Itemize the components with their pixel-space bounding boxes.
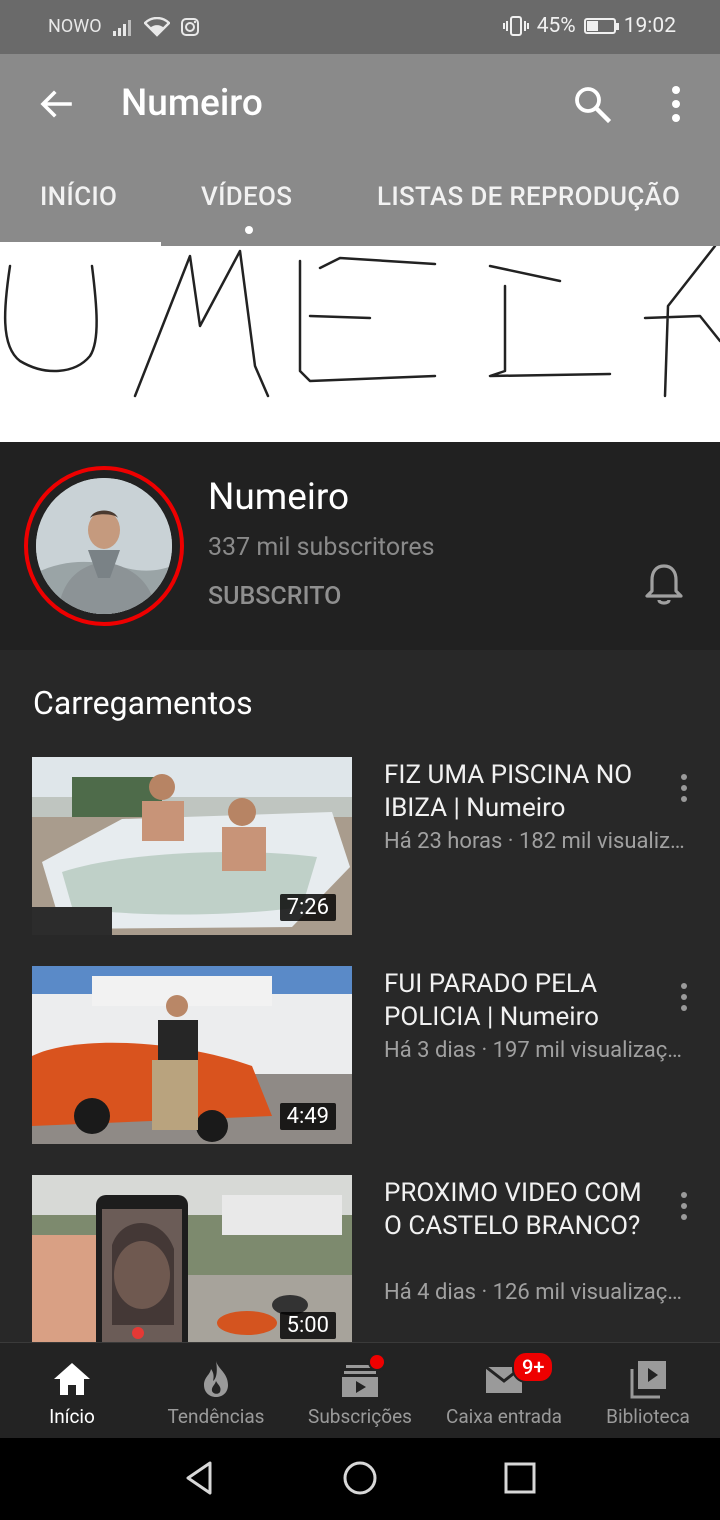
video-title[interactable]: FIZ UMA PISCINA NO IBIZA | Numeiro [384,759,654,825]
nav-trending-label: Tendências [167,1405,265,1428]
channel-avatar [36,478,172,614]
nav-library-label: Biblioteca [606,1405,690,1428]
nav-home-label: Início [49,1405,95,1428]
carrier-label: NOWO [48,16,102,37]
nav-trending[interactable]: Tendências [144,1343,288,1439]
recents-square-icon[interactable] [500,1458,540,1498]
tab-playlists[interactable]: LISTAS DE REPRODUÇÃO [377,182,680,212]
more-vert-icon[interactable] [664,84,688,124]
back-arrow-icon[interactable] [36,84,76,124]
bottom-navigation: Início Tendências Subscrições Caixa entr… [0,1342,720,1439]
video-item[interactable]: 5:00 PROXIMO VIDEO COM O CASTELO BRANCO?… [0,1175,720,1353]
nav-inbox[interactable]: Caixa entrada [432,1343,576,1439]
uploads-heading: Carregamentos [33,684,253,722]
inbox-count-badge: 9+ [512,1351,555,1383]
video-duration: 5:00 [279,1312,336,1339]
nav-library[interactable]: Biblioteca [576,1343,720,1439]
nav-inbox-label: Caixa entrada [445,1405,563,1428]
home-icon [54,1363,90,1395]
battery-icon [583,18,619,34]
signal-icon [112,19,131,36]
channel-tabs: INÍCIO VÍDEOS LISTAS DE REPRODUÇÃO [0,164,720,246]
library-icon [630,1361,666,1399]
banner-artwork [3,246,720,398]
video-item[interactable]: 4:49 FUI PARADO PELA POLICIA | Numeiro H… [0,966,720,1144]
channel-banner [0,246,720,442]
video-item[interactable]: 7:26 FIZ UMA PISCINA NO IBIZA | Numeiro … [0,757,720,935]
video-more-icon[interactable] [676,982,692,1012]
tab-new-dot [245,226,253,234]
vibrate-icon [502,16,529,36]
bell-icon[interactable] [640,560,688,608]
page-title: Numeiro [121,82,263,125]
channel-name: Numeiro [208,476,350,519]
status-bar: NOWO 45% 19:02 [0,0,720,54]
video-meta: Há 3 dias · 197 mil visualizações [384,1038,689,1063]
instagram-icon [180,17,199,36]
video-more-icon[interactable] [676,773,692,803]
video-duration: 7:26 [279,894,336,921]
search-icon[interactable] [570,82,614,126]
nav-home[interactable]: Início [0,1343,144,1439]
subscriber-count: 337 mil subscritores [208,533,435,562]
tab-videos[interactable]: VÍDEOS [201,182,292,212]
subscribed-button[interactable]: SUBSCRITO [208,582,341,611]
nav-subscriptions[interactable]: Subscrições [288,1343,432,1439]
new-content-dot [368,1353,386,1371]
video-title[interactable]: FUI PARADO PELA POLICIA | Numeiro [384,968,654,1034]
video-thumbnail[interactable]: 4:49 [32,966,352,1144]
video-thumbnail[interactable]: 7:26 [32,757,352,935]
video-title[interactable]: PROXIMO VIDEO COM O CASTELO BRANCO? [384,1177,654,1243]
channel-header: Numeiro 337 mil subscritores SUBSCRITO [0,442,720,650]
app-bar: Numeiro INÍCIO VÍDEOS LISTAS DE REPRODUÇ… [0,54,720,246]
video-meta: Há 4 dias · 126 mil visualizações [384,1280,689,1305]
home-circle-icon[interactable] [340,1458,380,1498]
flame-icon [204,1361,228,1397]
video-more-icon[interactable] [676,1191,692,1221]
avatar-ring[interactable] [24,466,184,626]
tab-inicio[interactable]: INÍCIO [40,182,117,212]
system-navigation [0,1438,720,1520]
wifi-icon [143,16,170,37]
clock: 19:02 [623,14,676,38]
video-thumbnail[interactable]: 5:00 [32,1175,352,1353]
video-duration: 4:49 [279,1103,336,1130]
nav-subscriptions-label: Subscrições [308,1405,412,1428]
back-triangle-icon[interactable] [180,1458,220,1498]
video-meta: Há 23 horas · 182 mil visualizações [384,829,689,854]
battery-percent: 45% [536,14,576,38]
